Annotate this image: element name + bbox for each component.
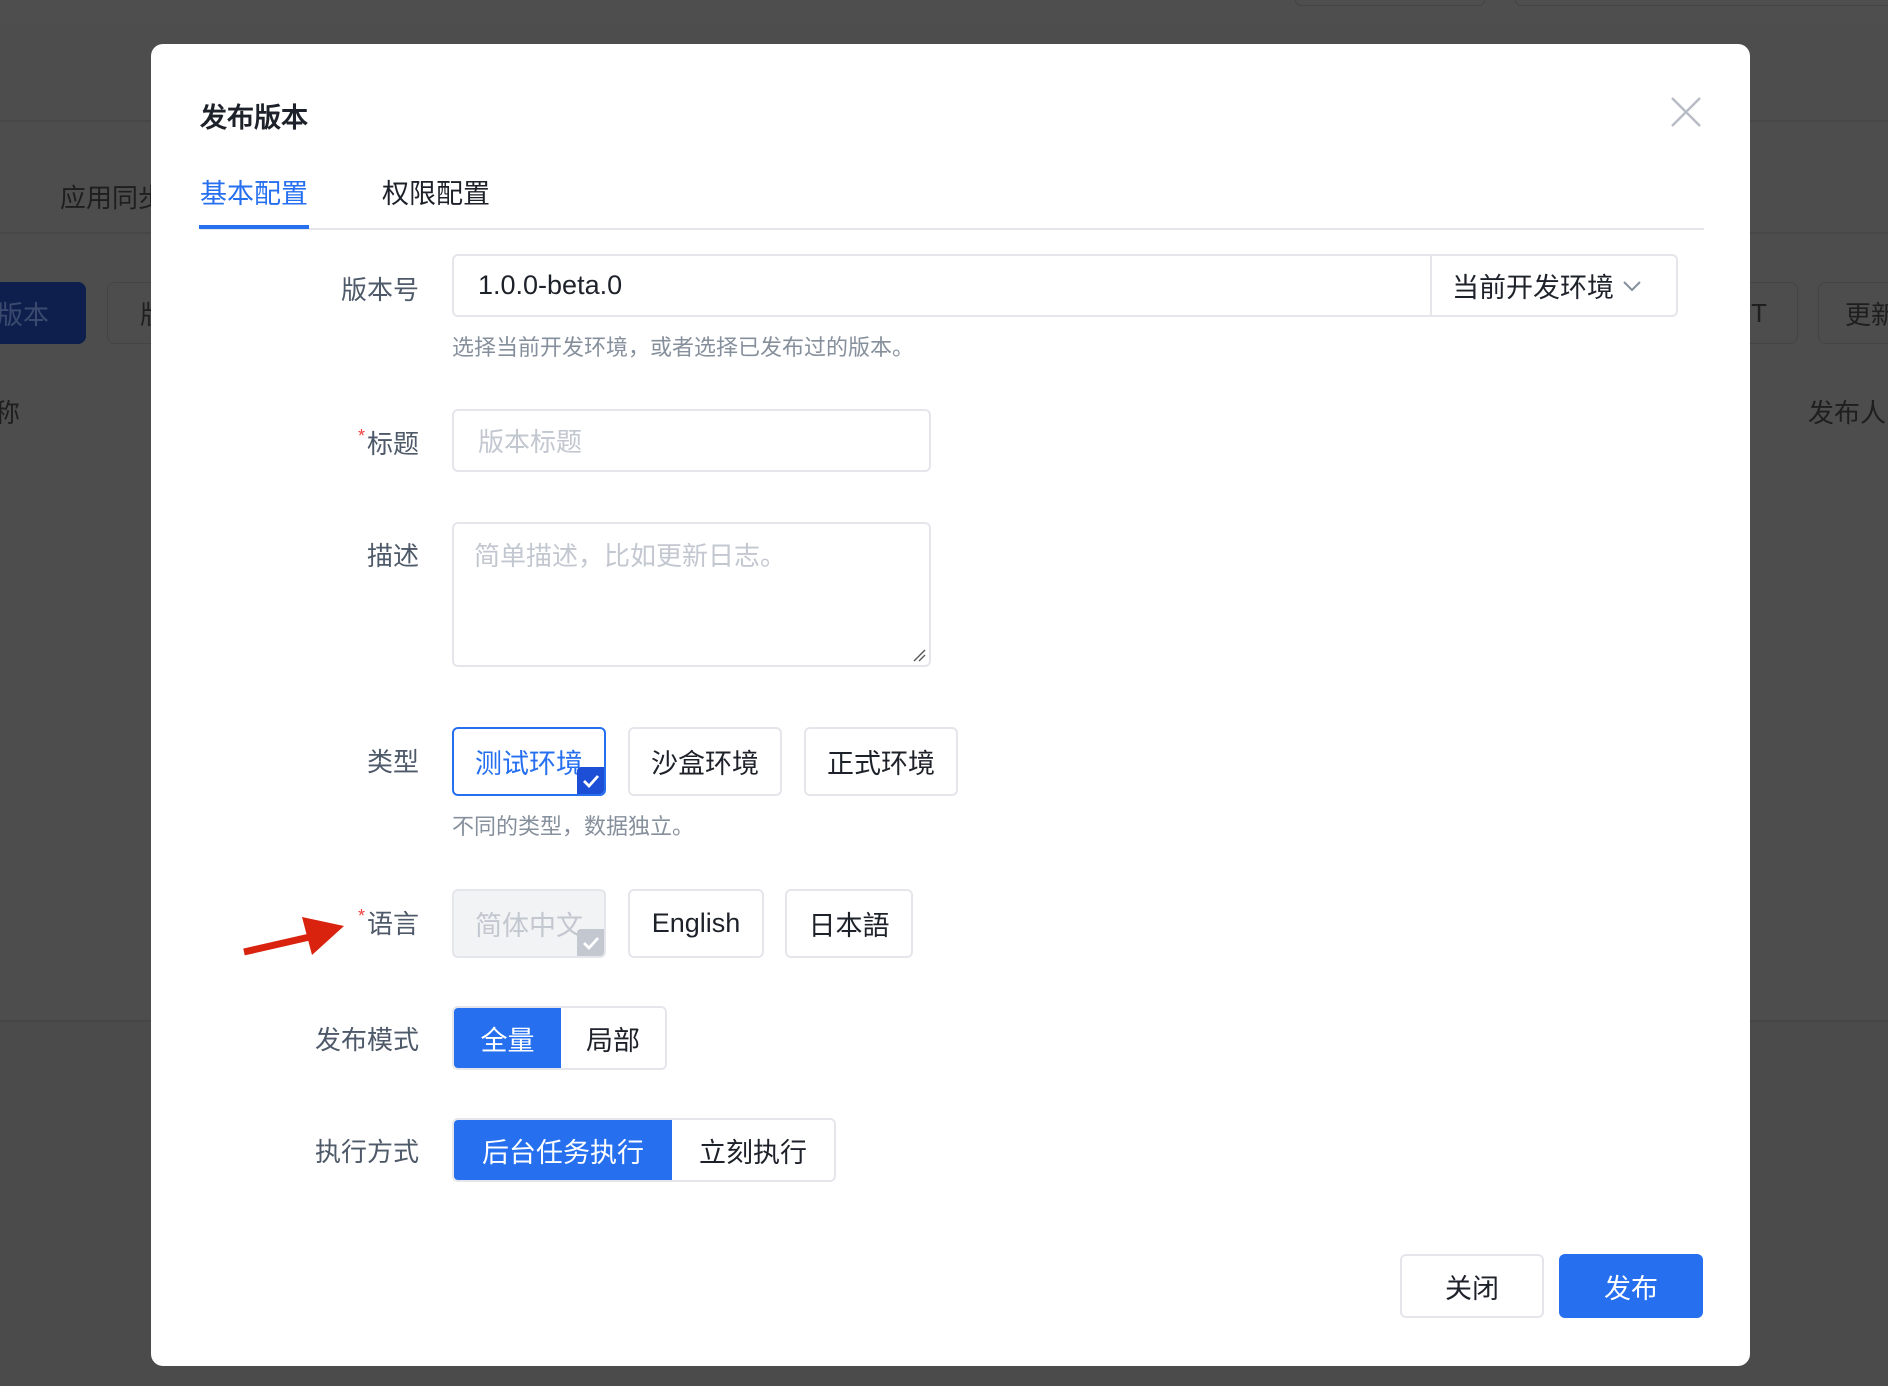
publish-mode-partial[interactable]: 局部	[561, 1008, 665, 1068]
required-mark: *	[357, 426, 365, 446]
bg-primary-button: 版本	[0, 282, 86, 344]
type-option-production[interactable]: 正式环境	[804, 727, 958, 796]
title-placeholder: 版本标题	[478, 427, 583, 457]
exec-mode-toggle: 后台任务执行 立刻执行	[452, 1118, 836, 1182]
top-bar-field	[1515, 0, 1888, 6]
language-option-english[interactable]: English	[628, 889, 764, 958]
version-source-select[interactable]: 当前开发环境	[1430, 256, 1676, 315]
exec-mode-immediate[interactable]: 立刻执行	[672, 1120, 834, 1180]
type-option-test[interactable]: 测试环境	[452, 727, 606, 796]
publish-version-dialog: 发布版本 基本配置 权限配置 版本号 1.0.0-beta.0 当前开发环境 选…	[151, 44, 1750, 1366]
selected-check-badge	[577, 767, 604, 794]
top-bar-button	[1295, 0, 1485, 6]
close-dialog-button[interactable]: 关闭	[1400, 1254, 1544, 1318]
resize-handle-icon[interactable]	[912, 648, 926, 662]
tab-permission-config[interactable]: 权限配置	[382, 172, 490, 226]
publish-mode-label: 发布模式	[314, 1025, 419, 1055]
version-label: 版本号	[340, 275, 419, 305]
top-bar	[0, 0, 1888, 25]
version-input[interactable]: 1.0.0-beta.0	[454, 256, 1430, 315]
chevron-down-icon	[1623, 280, 1641, 291]
exec-mode-label: 执行方式	[314, 1137, 419, 1167]
type-hint: 不同的类型，数据独立。	[452, 814, 695, 839]
version-hint: 选择当前开发环境，或者选择已发布过的版本。	[452, 335, 915, 360]
language-option-japanese[interactable]: 日本語	[785, 889, 913, 958]
title-label: *标题	[357, 426, 419, 459]
check-icon	[582, 774, 599, 788]
close-icon	[1671, 97, 1701, 127]
version-input-group: 1.0.0-beta.0 当前开发环境	[452, 254, 1678, 317]
exec-mode-background[interactable]: 后台任务执行	[454, 1120, 672, 1180]
language-option-zh-cn: 简体中文	[452, 889, 606, 958]
section-title: 应用同步	[60, 183, 165, 213]
required-mark: *	[357, 906, 365, 926]
type-option-sandbox[interactable]: 沙盒环境	[628, 727, 782, 796]
version-source-value: 当前开发环境	[1452, 273, 1614, 303]
description-label: 描述	[366, 541, 419, 571]
publish-mode-toggle: 全量 局部	[452, 1006, 667, 1070]
description-textarea[interactable]: 简单描述，比如更新日志。	[452, 522, 931, 667]
dialog-title: 发布版本	[200, 103, 308, 133]
tab-basic-config[interactable]: 基本配置	[199, 172, 309, 229]
description-placeholder: 简单描述，比如更新日志。	[474, 541, 787, 571]
bg-column-header-publisher: 发布人	[1808, 398, 1887, 428]
bg-update-button: 更新	[1818, 282, 1888, 344]
close-button[interactable]	[1668, 94, 1704, 130]
type-label: 类型	[366, 747, 419, 777]
publish-button[interactable]: 发布	[1559, 1254, 1703, 1318]
tab-bar: 基本配置 权限配置	[199, 172, 1704, 230]
publish-mode-full[interactable]: 全量	[454, 1008, 561, 1068]
red-arrow-icon	[243, 917, 344, 956]
title-input[interactable]: 版本标题	[452, 409, 931, 472]
bg-column-header: 称	[0, 398, 21, 428]
selected-check-badge	[577, 929, 604, 956]
check-icon	[582, 936, 599, 950]
